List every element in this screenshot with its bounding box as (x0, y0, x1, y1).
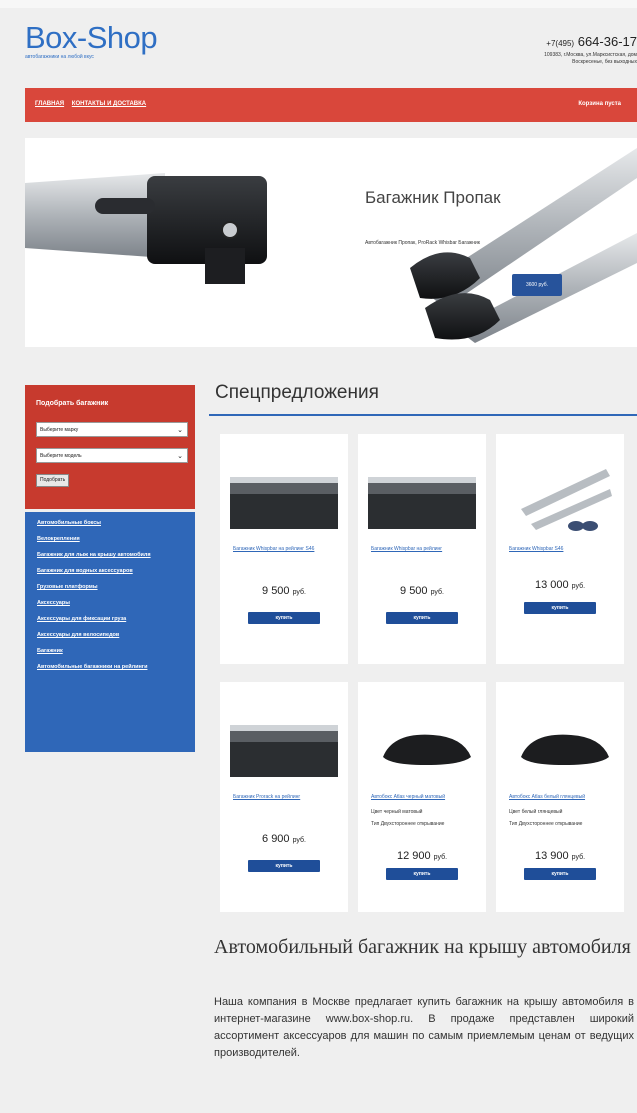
product-price: 9 500 руб. (220, 585, 348, 597)
top-strip (0, 0, 637, 8)
product-color: Цвет белый глянцевый (509, 809, 563, 815)
product-type: Тип Двухстороннее открывание (371, 821, 445, 827)
filter-submit-button[interactable]: Подобрать (36, 474, 70, 487)
product-type: Тип Двухстороннее открывание (509, 821, 583, 827)
price-value: 12 900 (396, 850, 431, 862)
price-currency: руб. (571, 583, 586, 590)
working-hours: Воскресенье, без выходных (572, 59, 637, 65)
article-text: Наша компания в Москве предлагает купить… (214, 996, 634, 1059)
catalog-item[interactable]: Грузовые платформы (37, 584, 187, 591)
catalog-item[interactable]: Багажник для водных аксессуаров (37, 568, 187, 575)
model-select-value: Выберите модель (40, 453, 82, 459)
header-contacts: +7(495) 664-36-17 109383, г.Москва, ул.М… (377, 34, 637, 66)
buy-button[interactable]: купить (524, 602, 596, 614)
product-color: Цвет черный матовый (371, 809, 423, 815)
hero-banner[interactable]: Багажник Пропак Автобагажник Пропак, Pro… (25, 138, 637, 347)
phone-main: 664-36-17 (577, 34, 637, 49)
catalog-item[interactable]: Автомобильные боксы (37, 520, 187, 527)
make-select-value: Выберите марку (40, 427, 79, 433)
product-image[interactable] (506, 717, 614, 777)
filter-title: Подобрать багажник (36, 400, 109, 407)
price-value: 9 500 (262, 585, 290, 597)
make-select[interactable]: Выберите марку ⌄ (36, 422, 188, 437)
product-price: 12 900 руб. (358, 850, 486, 862)
price-value: 13 900 (534, 850, 569, 862)
catalog-item[interactable]: Аксессуары (37, 600, 187, 607)
price-value: 13 000 (534, 579, 569, 591)
price-currency: руб. (292, 589, 306, 596)
nav-item-home[interactable]: ГЛАВНАЯ (35, 101, 64, 107)
hero-price-button[interactable]: 3600 руб. (512, 274, 562, 296)
product-image[interactable] (506, 454, 614, 534)
buy-button[interactable]: купить (524, 868, 596, 880)
price-value: 6 900 (262, 833, 290, 845)
product-card: Багажник Whispbar на рейлинг 9 500 руб. … (358, 434, 486, 664)
product-name[interactable]: Автобокс Atlas белый глянцевый (509, 794, 617, 801)
phone-number[interactable]: +7(495) 664-36-17 (377, 34, 637, 49)
product-name[interactable]: Багажник Whispbar на рейлинг S46 (233, 546, 341, 553)
section-divider (209, 414, 637, 416)
logo-text: Box-Shop (25, 20, 158, 55)
product-image[interactable] (368, 717, 476, 777)
buy-button[interactable]: купить (248, 612, 320, 624)
buy-button[interactable]: купить (248, 860, 320, 872)
price-currency: руб. (433, 854, 448, 861)
hero-description: Автобагажник Пропак, ProRack Whisbar Баг… (365, 240, 480, 246)
catalog-item[interactable]: Автомобильные багажники на рейлинги (37, 664, 187, 671)
model-select[interactable]: Выберите модель ⌄ (36, 448, 188, 463)
nav-item-contacts[interactable]: КОНТАКТЫ И ДОСТАВКА (72, 101, 146, 107)
product-name[interactable]: Багажник Whispbar S46 (509, 546, 617, 553)
product-card: Багажник Whispbar S46 13 000 руб. купить (496, 434, 624, 664)
chevron-down-icon: ⌄ (177, 453, 183, 460)
specials-title: Спецпредложения (215, 382, 379, 403)
product-card: Багажник Whispbar на рейлинг S46 9 500 р… (220, 434, 348, 664)
buy-button[interactable]: купить (386, 868, 458, 880)
catalog-item[interactable]: Велокрепления (37, 536, 187, 543)
product-price: 13 900 руб. (496, 850, 624, 862)
main-nav: ГЛАВНАЯ КОНТАКТЫ И ДОСТАВКА Корзина пуст… (25, 88, 637, 122)
product-image[interactable] (230, 469, 338, 529)
catalog-item[interactable]: Аксессуары для велосипедов (37, 632, 187, 639)
product-name[interactable]: Багажник Whispbar на рейлинг (371, 546, 479, 553)
product-name[interactable]: Багажник Prorack на рейлинг (233, 794, 341, 801)
car-filter-panel: Подобрать багажник Выберите марку ⌄ Выбе… (25, 385, 195, 509)
catalog-menu: Автомобильные боксы Велокрепления Багажн… (25, 512, 195, 752)
product-name[interactable]: Автобокс Atlas черный матовый (371, 794, 479, 801)
product-card: Багажник Prorack на рейлинг 6 900 руб. к… (220, 682, 348, 912)
product-image[interactable] (368, 469, 476, 529)
address: 109383, г.Москва, ул.Марксистская, дом В… (377, 52, 637, 66)
product-card: Автобокс Atlas белый глянцевый Цвет белы… (496, 682, 624, 912)
product-price: 9 500 руб. (358, 585, 486, 597)
catalog-item[interactable]: Багажник для лыж на крышу автомобиля (37, 552, 187, 559)
price-currency: руб. (571, 854, 586, 861)
article-heading: Автомобильный багажник на крышу автомоби… (214, 936, 631, 958)
site-logo[interactable]: Box-Shop автобагажники на любой вкус (25, 20, 158, 60)
catalog-item[interactable]: Аксессуары для фиксации груза (37, 616, 187, 623)
address-line: 109383, г.Москва, ул.Марксистская, дом (544, 52, 637, 58)
product-image[interactable] (230, 717, 338, 777)
chevron-down-icon: ⌄ (177, 427, 183, 434)
hero-title: Багажник Пропак (365, 188, 501, 207)
price-currency: руб. (292, 837, 306, 844)
price-value: 9 500 (400, 585, 428, 597)
buy-button[interactable]: купить (386, 612, 458, 624)
catalog-item[interactable]: Багажник (37, 648, 187, 655)
phone-code: +7(495) (546, 39, 575, 48)
product-card: Автобокс Atlas черный матовый Цвет черны… (358, 682, 486, 912)
cart-status[interactable]: Корзина пуста (578, 101, 621, 107)
product-price: 13 000 руб. (496, 579, 624, 591)
product-price: 6 900 руб. (220, 833, 348, 845)
price-currency: руб. (430, 589, 444, 596)
